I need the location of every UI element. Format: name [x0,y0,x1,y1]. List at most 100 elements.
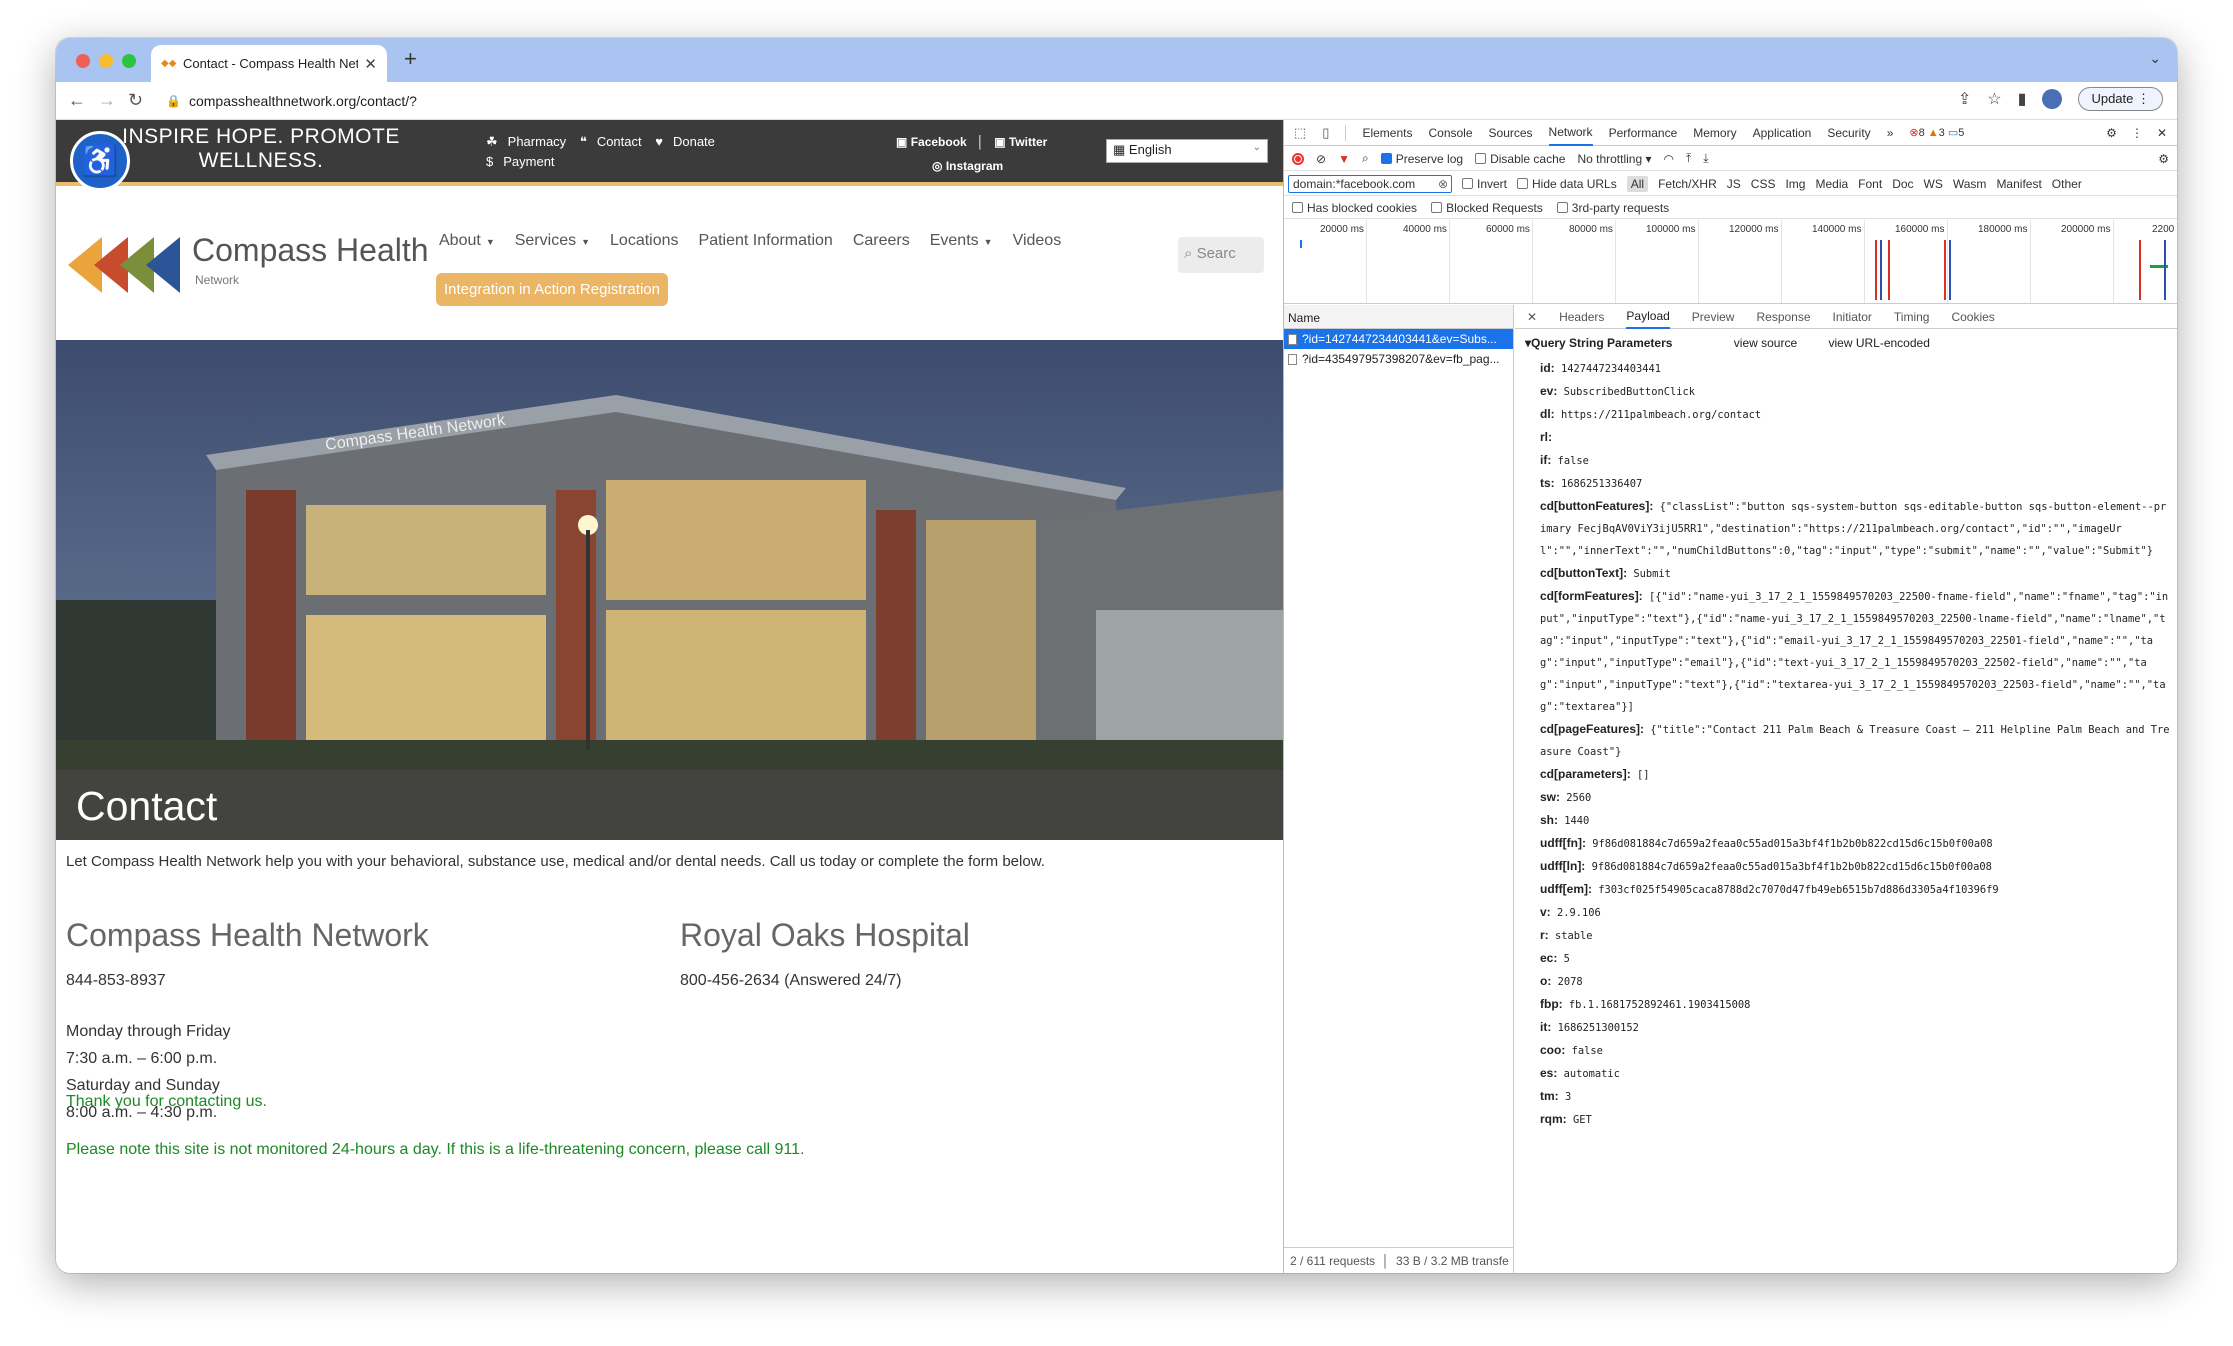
tab-sources[interactable]: Sources [1489,126,1533,140]
instagram-link[interactable]: Instagram [946,159,1003,173]
type-css[interactable]: CSS [1751,177,1776,191]
chevron-down-icon[interactable]: ⌄ [2149,50,2161,67]
nav-events[interactable]: Events ▼ [930,232,993,250]
invert-checkbox[interactable]: Invert [1462,177,1507,191]
type-ws[interactable]: WS [1924,177,1943,191]
blocked-cookies-checkbox[interactable]: Has blocked cookies [1292,201,1417,215]
settings-gear-icon[interactable]: ⚙ [2106,126,2117,140]
tab-headers[interactable]: Headers [1559,310,1604,324]
view-url-encoded-link[interactable]: view URL-encoded [1828,336,1929,350]
search-icon[interactable]: ⌕ [1362,151,1369,166]
more-tabs-icon[interactable]: » [1887,126,1894,140]
more-options-icon[interactable]: ⋮ [2131,126,2143,140]
maximize-window-button[interactable] [122,54,136,68]
hide-data-urls-checkbox[interactable]: Hide data URLs [1517,177,1617,191]
new-tab-icon[interactable]: + [404,46,417,72]
twitter-link[interactable]: Twitter [1009,135,1047,149]
nav-patient-information[interactable]: Patient Information [699,232,833,250]
donate-link[interactable]: Donate [673,134,715,149]
tab-elements[interactable]: Elements [1362,126,1412,140]
compass-logo[interactable]: Compass Health Network [68,234,429,295]
tab-memory[interactable]: Memory [1693,126,1736,140]
type-other[interactable]: Other [2052,177,2082,191]
minimize-window-button[interactable] [99,54,113,68]
param-key: cd[formFeatures]: [1540,589,1643,603]
close-devtools-icon[interactable]: ✕ [2157,126,2167,140]
query-string-toggle[interactable]: ▾Query String Parameters [1525,336,1700,350]
close-window-button[interactable] [76,54,90,68]
type-fetch-xhr[interactable]: Fetch/XHR [1658,177,1717,191]
name-column-header[interactable]: Name [1284,305,1513,329]
type-img[interactable]: Img [1785,177,1805,191]
close-tab-icon[interactable]: ✕ [364,55,377,73]
filter-input[interactable]: domain:*facebook.com ⊗ [1288,174,1452,193]
search-input[interactable]: ⌕ Searc [1178,237,1264,273]
view-source-link[interactable]: view source [1734,336,1797,350]
cchn-phone[interactable]: 844-853-8937 [66,967,429,994]
type-media[interactable]: Media [1815,177,1848,191]
record-icon[interactable] [1292,152,1304,165]
preserve-log-checkbox[interactable]: Preserve log [1380,152,1463,166]
tab-initiator[interactable]: Initiator [1833,310,1872,324]
address-bar[interactable]: 🔒 compasshealthnetwork.org/contact/? [166,87,1966,115]
third-party-checkbox[interactable]: 3rd-party requests [1556,201,1669,215]
contact-link[interactable]: Contact [597,134,642,149]
type-wasm[interactable]: Wasm [1953,177,1987,191]
tab-cookies[interactable]: Cookies [1951,310,1994,324]
type-manifest[interactable]: Manifest [1996,177,2041,191]
registration-button[interactable]: Integration in Action Registration [436,273,668,306]
device-toolbar-icon[interactable]: ▯ [1322,125,1329,141]
inspect-icon[interactable]: ⬚ [1294,125,1306,141]
bookmark-star-icon[interactable]: ☆ [1987,89,2001,109]
tab-performance[interactable]: Performance [1609,126,1678,140]
request-row[interactable]: ?id=1427447234403441&ev=Subs... [1284,329,1513,349]
side-panel-icon[interactable]: ▮ [2018,89,2027,109]
type-doc[interactable]: Doc [1892,177,1913,191]
forward-icon[interactable]: → [98,90,116,111]
nav-careers[interactable]: Careers [853,232,910,250]
clear-icon[interactable]: ⊘ [1316,152,1326,166]
query-param-row: cd[buttonText]: Submit [1540,562,2170,585]
language-select[interactable]: ▦ English ⌄ [1106,139,1268,163]
payment-link[interactable]: Payment [503,154,554,169]
import-har-icon[interactable]: ⤒ [1686,151,1691,166]
network-timeline[interactable]: 20000 ms 40000 ms 60000 ms 80000 ms 1000… [1284,220,2177,304]
network-settings-icon[interactable]: ⚙ [2158,152,2177,166]
tab-response[interactable]: Response [1756,310,1810,324]
tab-preview[interactable]: Preview [1692,310,1735,324]
reload-icon[interactable]: ↻ [128,90,143,111]
filter-icon[interactable]: ▼ [1338,152,1350,166]
tab-payload[interactable]: Payload [1626,304,1670,329]
back-icon[interactable]: ← [68,90,86,111]
nav-about[interactable]: About ▼ [439,232,495,250]
update-button[interactable]: Update ⋮ [2078,87,2163,111]
export-har-icon[interactable]: ⤓ [1703,151,1708,166]
browser-tab[interactable]: ◆◆ Contact - Compass Health Net ✕ [151,45,387,82]
nav-services[interactable]: Services ▼ [515,232,590,250]
close-detail-icon[interactable]: ✕ [1527,310,1537,324]
tab-console[interactable]: Console [1428,126,1472,140]
wifi-icon[interactable]: ◠ [1664,152,1674,166]
type-font[interactable]: Font [1858,177,1882,191]
pharmacy-link[interactable]: Pharmacy [508,134,567,149]
accessibility-icon[interactable]: ♿ [70,131,130,191]
request-row[interactable]: ?id=435497957398207&ev=fb_pag... [1284,349,1513,369]
tab-timing[interactable]: Timing [1894,310,1930,324]
type-all[interactable]: All [1626,175,1649,192]
nav-locations[interactable]: Locations [610,232,679,250]
nav-videos[interactable]: Videos [1013,232,1062,250]
search-icon: ⌕ [1184,245,1193,262]
clear-filter-icon[interactable]: ⊗ [1438,177,1448,191]
throttling-select[interactable]: No throttling ▾ [1577,152,1651,166]
share-icon[interactable]: ⇪ [1958,89,1971,109]
tab-network[interactable]: Network [1548,119,1593,146]
royal-oaks-phone[interactable]: 800-456-2634 (Answered 24/7) [680,967,970,994]
type-js[interactable]: JS [1727,177,1741,191]
tab-security[interactable]: Security [1827,126,1870,140]
disable-cache-checkbox[interactable]: Disable cache [1475,152,1565,166]
profile-avatar[interactable] [2042,89,2063,109]
tab-application[interactable]: Application [1753,126,1812,140]
facebook-link[interactable]: Facebook [911,135,967,149]
issue-badges[interactable]: ⊗8 ▲3 ▭5 [1909,126,1964,139]
blocked-requests-checkbox[interactable]: Blocked Requests [1431,201,1543,215]
